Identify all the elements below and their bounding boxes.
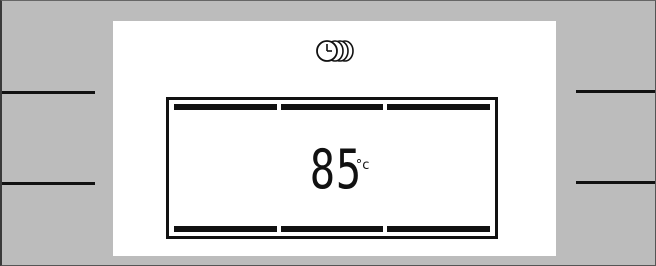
segment: [280, 104, 384, 110]
top-segment-bar: [174, 104, 491, 110]
display-screen: 85°c: [113, 21, 556, 256]
bottom-left-soft-key[interactable]: [2, 182, 95, 185]
temperature-value: 85: [309, 138, 362, 201]
segment: [387, 104, 491, 110]
control-panel: 85°c: [0, 0, 656, 266]
bottom-right-soft-key[interactable]: [576, 181, 655, 184]
top-right-soft-key[interactable]: [576, 90, 655, 93]
temperature-readout: 85°c: [166, 97, 498, 239]
segment: [174, 226, 277, 232]
bottom-segment-bar: [174, 226, 491, 232]
top-left-soft-key[interactable]: [2, 91, 95, 94]
segment: [174, 104, 277, 110]
segment: [280, 226, 384, 232]
rapid-timer-icon: [316, 40, 354, 62]
segment: [387, 226, 491, 232]
temperature-display: 85°c: [169, 140, 495, 200]
